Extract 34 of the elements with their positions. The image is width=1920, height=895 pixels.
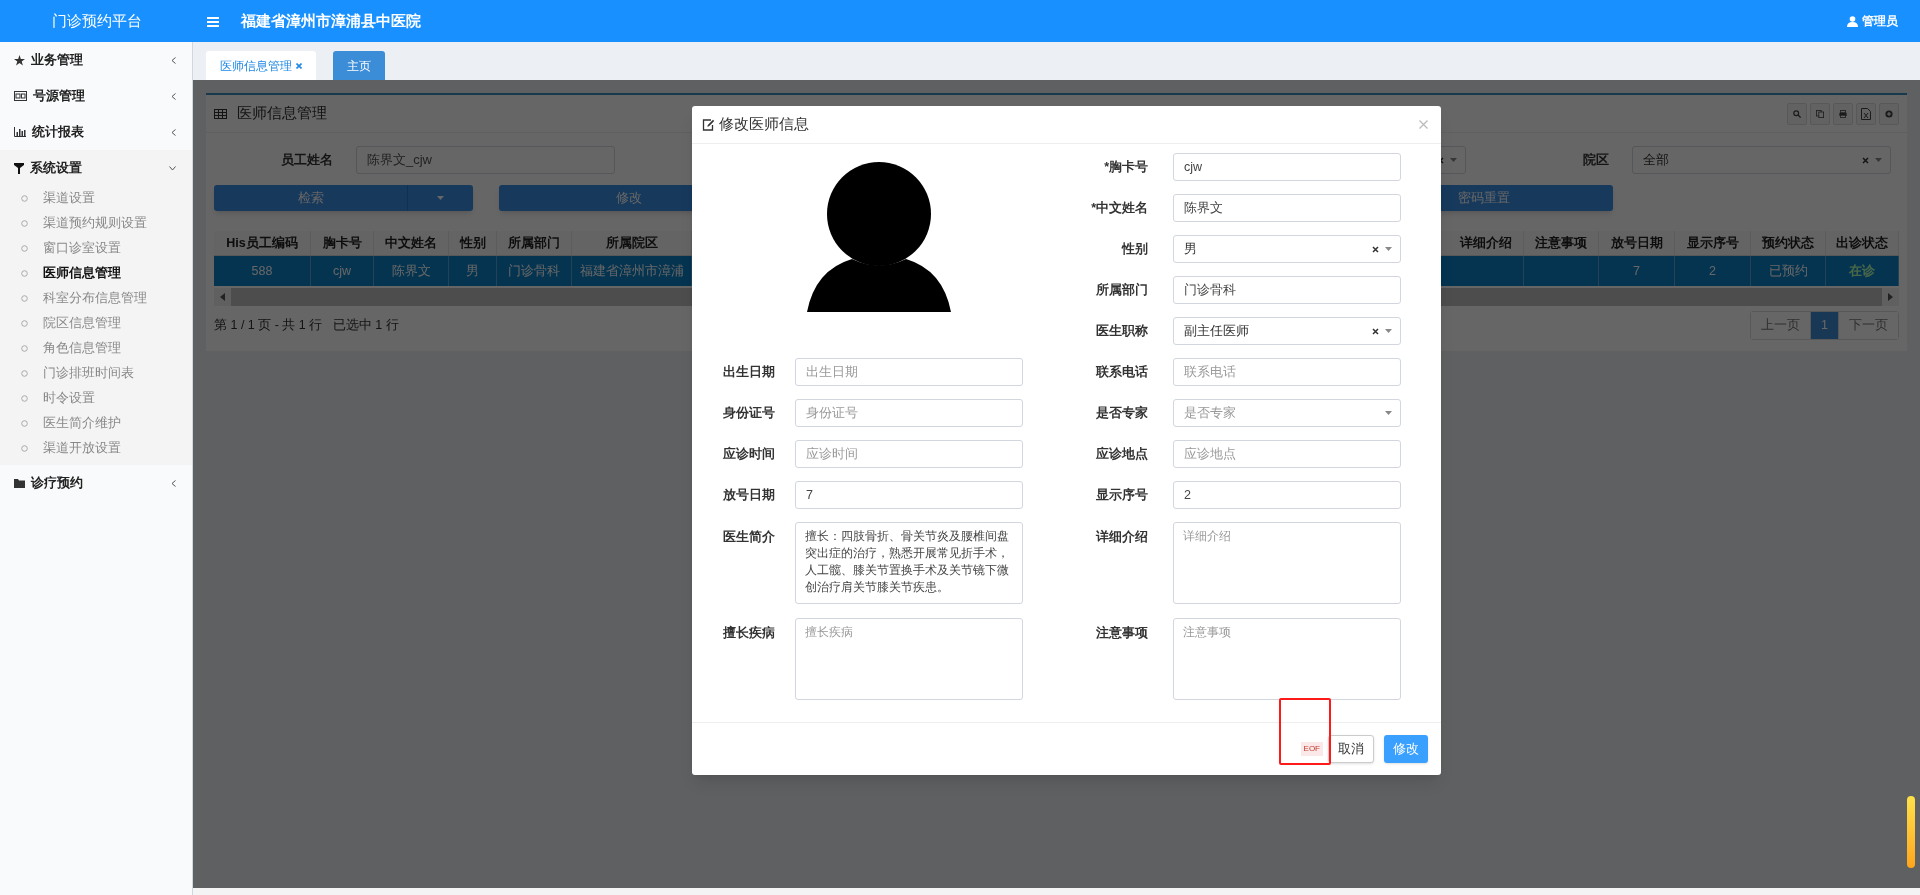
field-label: 身份证号	[723, 405, 776, 422]
field-label: 所属部门	[1095, 282, 1148, 299]
field-label: 显示序号	[1095, 487, 1148, 504]
eof-badge: EOF	[1300, 742, 1323, 756]
field-label: 擅长疾病	[723, 624, 776, 642]
field-label: 员工姓名	[280, 151, 333, 170]
panel-title: 医师信息管理	[237, 103, 327, 124]
table-cell: cjw	[311, 256, 374, 286]
table-cell: 7	[1599, 256, 1675, 286]
field-label: 应诊时间	[723, 445, 776, 463]
table-cell: 2	[1675, 256, 1751, 286]
field-label: *中文姓名	[1090, 200, 1148, 217]
field-label: 性别	[1120, 241, 1148, 258]
table-cell: 在诊	[1826, 256, 1899, 286]
field-label: 出生日期	[723, 364, 776, 381]
pagination-status: 第 1 / 1 页 - 共 1 行 已选中 1 行	[214, 317, 399, 335]
field-label: 是否专家	[1095, 404, 1148, 422]
field-label: 详细介绍	[1094, 529, 1148, 546]
table-cell: 588	[214, 256, 311, 286]
field-label: 应诊地点	[1095, 445, 1148, 463]
field-label: 注意事项	[1095, 625, 1148, 642]
field-label: 医生简介	[723, 529, 776, 546]
field-label: 院区	[1581, 151, 1609, 170]
field-label: 放号日期	[723, 487, 776, 504]
table-cell: 门诊骨科	[497, 256, 572, 286]
field-label: 联系电话	[1095, 364, 1148, 381]
hospital-name: 福建省漳州市漳浦县中医院	[241, 10, 421, 31]
table-cell: 已预约	[1751, 256, 1826, 286]
table-cell: 陈界文	[374, 256, 449, 286]
table-cell: 男	[449, 256, 497, 286]
field-label: 医生职称	[1095, 323, 1148, 340]
app-title: 门诊预约平台	[51, 10, 142, 31]
dialog-title: 修改医师信息	[719, 114, 809, 135]
field-label: *胸卡号	[1103, 159, 1148, 176]
